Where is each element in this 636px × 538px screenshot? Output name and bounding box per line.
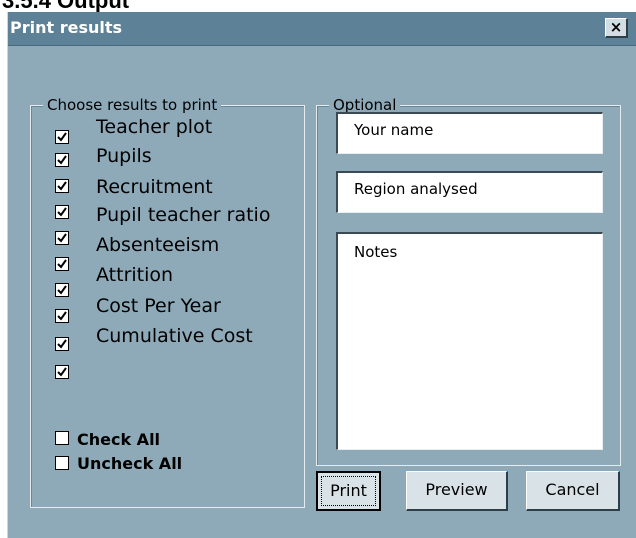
label-recruitment[interactable]: Recruitment (96, 176, 213, 198)
checkbox-cumulative-cost[interactable] (55, 309, 69, 323)
label-check-all[interactable]: Check All (77, 430, 160, 449)
checkbox-pupils[interactable] (55, 153, 69, 167)
check-mark-icon (57, 233, 67, 243)
focus-rect (321, 476, 376, 506)
label-pupil-teacher-ratio[interactable]: Pupil teacher ratio (96, 204, 270, 226)
check-mark-icon (57, 259, 67, 269)
check-mark-icon (57, 339, 67, 349)
checkbox-absenteeism[interactable] (55, 231, 69, 245)
your-name-field[interactable]: Your name (336, 112, 603, 154)
checkbox-unlabeled-1[interactable] (55, 337, 69, 351)
check-mark-icon (57, 285, 67, 295)
results-group-legend: Choose results to print (43, 96, 222, 114)
region-analysed-field[interactable]: Region analysed (336, 171, 603, 213)
check-mark-icon (57, 132, 67, 142)
label-cost-per-year[interactable]: Cost Per Year (96, 295, 221, 317)
checkbox-cost-per-year[interactable] (55, 283, 69, 297)
label-absenteeism[interactable]: Absenteeism (96, 234, 219, 256)
cancel-button[interactable]: Cancel (526, 471, 620, 511)
preview-button[interactable]: Preview (406, 471, 508, 511)
checkbox-recruitment[interactable] (55, 179, 69, 193)
label-teacher-plot[interactable]: Teacher plot (96, 116, 212, 138)
check-mark-icon (57, 367, 67, 377)
close-button[interactable]: × (605, 18, 628, 38)
print-results-dialog: Print results × Choose results to print … (7, 12, 636, 538)
check-mark-icon (57, 181, 67, 191)
check-mark-icon (57, 207, 67, 217)
label-cumulative-cost[interactable]: Cumulative Cost (96, 325, 253, 347)
close-icon: × (609, 18, 623, 36)
cancel-button-label: Cancel (545, 480, 600, 499)
checkbox-attrition[interactable] (55, 257, 69, 271)
notes-field[interactable]: Notes (336, 232, 603, 450)
label-uncheck-all[interactable]: Uncheck All (77, 454, 182, 473)
title-bar[interactable]: Print results × (8, 12, 636, 46)
label-pupils[interactable]: Pupils (96, 145, 152, 167)
checkbox-check-all[interactable] (55, 431, 69, 445)
check-mark-icon (57, 155, 67, 165)
checkbox-unlabeled-2[interactable] (55, 365, 69, 379)
checkbox-teacher-plot[interactable] (55, 130, 69, 144)
label-attrition[interactable]: Attrition (96, 264, 173, 286)
print-button[interactable]: Print (316, 471, 381, 511)
preview-button-label: Preview (425, 480, 488, 499)
checkbox-pupil-teacher-ratio[interactable] (55, 205, 69, 219)
checkbox-uncheck-all[interactable] (55, 456, 69, 470)
dialog-title: Print results (10, 18, 123, 37)
check-mark-icon (57, 311, 67, 321)
